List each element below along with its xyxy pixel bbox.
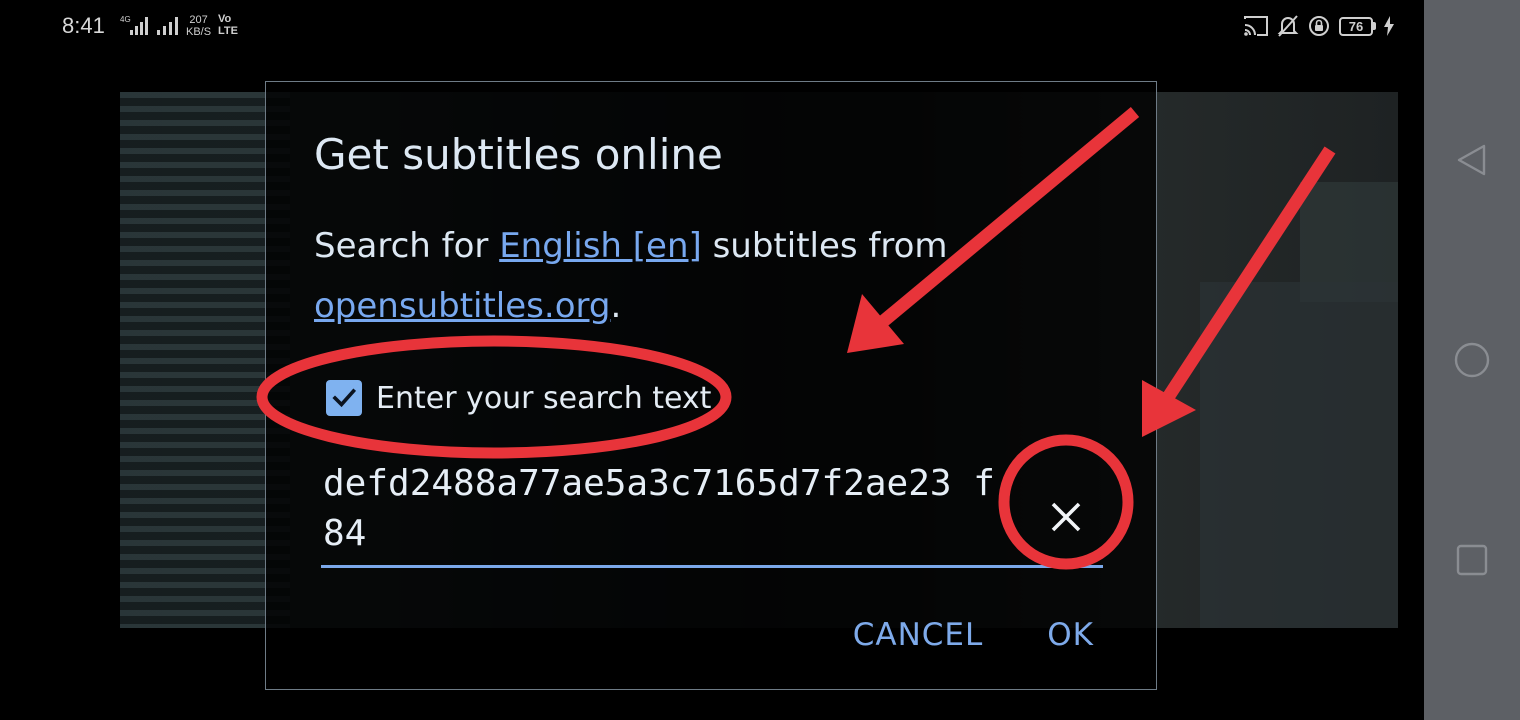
source-description: opensubtitles.org. xyxy=(314,286,621,326)
cancel-button[interactable]: CANCEL xyxy=(853,617,984,653)
ok-button[interactable]: OK xyxy=(1047,617,1094,653)
search-prefix: Search for xyxy=(314,226,500,266)
volte-indicator: Vo LTE xyxy=(218,13,238,37)
language-link[interactable]: English [en] xyxy=(499,226,702,266)
search-suffix: subtitles from xyxy=(701,226,948,266)
close-icon xyxy=(1051,502,1081,532)
dialog-title: Get subtitles online xyxy=(314,130,723,179)
search-text-checkbox[interactable] xyxy=(326,380,362,416)
net-speed-unit: KB/S xyxy=(186,26,212,38)
bell-off-icon xyxy=(1277,15,1299,37)
background-door xyxy=(1200,282,1398,628)
search-description: Search for English [en] subtitles from xyxy=(314,226,948,266)
search-text-option[interactable]: Enter your search text xyxy=(326,380,711,416)
cast-icon xyxy=(1244,16,1268,36)
clear-search-button[interactable] xyxy=(1031,482,1101,552)
battery-indicator: 76 xyxy=(1339,16,1376,36)
signal-icon xyxy=(157,17,178,35)
net-speed: 207 KB/S xyxy=(186,14,211,38)
net-speed-value: 207 xyxy=(189,14,208,26)
lightning-icon xyxy=(1384,16,1394,36)
volte-top: Vo xyxy=(218,13,232,25)
subtitles-dialog: Get subtitles online Search for English … xyxy=(265,81,1157,690)
volte-bottom: LTE xyxy=(218,25,238,37)
status-icons: 76 xyxy=(1243,14,1394,38)
battery-level: 76 xyxy=(1339,16,1373,36)
search-input[interactable]: defd2488a77ae5a3c7165d7f2ae23 f84 xyxy=(321,459,1013,559)
source-link[interactable]: opensubtitles.org xyxy=(314,286,610,326)
status-bar: 8:41 4G 207 KB/S Vo LTE 76 xyxy=(0,0,1424,54)
network-type: 4G xyxy=(120,15,131,24)
rotation-lock-icon xyxy=(1309,16,1329,36)
status-time: 8:41 xyxy=(62,13,105,38)
search-text-checkbox-label: Enter your search text xyxy=(376,380,712,416)
search-input-field[interactable]: defd2488a77ae5a3c7165d7f2ae23 f84 xyxy=(321,459,1103,568)
triangle-back-icon[interactable] xyxy=(1454,142,1490,178)
signal-4g-icon: 4G xyxy=(120,15,148,35)
checkmark-icon xyxy=(332,388,357,408)
dialog-actions: CANCEL OK xyxy=(853,617,1094,653)
square-recents-icon[interactable] xyxy=(1454,542,1490,578)
source-suffix: . xyxy=(610,286,622,326)
navigation-bar xyxy=(1424,0,1520,720)
circle-home-icon[interactable] xyxy=(1454,342,1490,378)
